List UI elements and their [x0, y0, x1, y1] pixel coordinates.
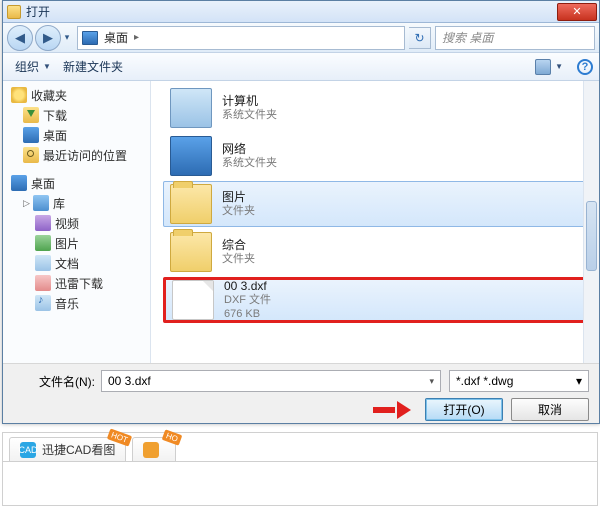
open-button[interactable]: 打开(O) [425, 398, 503, 421]
dialog-footer: 文件名(N): 00 3.dxf ▾ *.dxf *.dwg ▾ 打开(O) 取… [3, 363, 599, 423]
tree-videos[interactable]: 视频 [3, 213, 150, 233]
item-name: 00 3.dxf [224, 279, 271, 293]
breadcrumb-location: 桌面 [104, 29, 128, 46]
tab-body [3, 461, 597, 507]
filename-value: 00 3.dxf [108, 374, 151, 388]
chevron-down-icon[interactable]: ▾ [576, 374, 582, 388]
open-file-dialog: 打开 ✕ ◀ ▶ ▾ 桌面 ▸ ↻ 搜索 桌面 组织▼ 新建文件夹 ▼ ? [2, 0, 600, 424]
nav-back-button[interactable]: ◀ [7, 25, 33, 51]
filter-value: *.dxf *.dwg [456, 374, 513, 388]
item-type: DXF 文件 [224, 293, 271, 307]
tab-label: 迅捷CAD看图 [42, 441, 115, 458]
tab-secondary[interactable]: HO [132, 437, 176, 461]
file-list: 计算机 系统文件夹 网络 系统文件夹 图片 文件夹 [151, 81, 599, 363]
item-name: 计算机 [222, 94, 277, 108]
toolbar: 组织▼ 新建文件夹 ▼ ? [3, 53, 599, 81]
network-icon [170, 136, 212, 176]
help-button[interactable]: ? [577, 59, 593, 75]
xunlei-icon [35, 275, 51, 291]
search-input[interactable]: 搜索 桌面 [435, 26, 595, 50]
hot-badge: HO [162, 429, 183, 445]
tree-documents[interactable]: 文档 [3, 253, 150, 273]
item-type: 系统文件夹 [222, 108, 277, 122]
tree-music[interactable]: 音乐 [3, 293, 150, 313]
chevron-down-icon: ▼ [43, 62, 51, 71]
bottom-panel: CAD 迅捷CAD看图 HOT HO [2, 432, 598, 506]
organize-button[interactable]: 组织▼ [9, 56, 57, 78]
desktop-icon [82, 31, 98, 45]
nav-forward-button[interactable]: ▶ [35, 25, 61, 51]
list-item[interactable]: 综合 文件夹 [163, 229, 591, 275]
picture-icon [35, 235, 51, 251]
desktop-icon [23, 127, 39, 143]
scrollbar-thumb[interactable] [586, 201, 597, 271]
tab-cad-viewer[interactable]: CAD 迅捷CAD看图 HOT [9, 437, 126, 461]
download-icon [23, 107, 39, 123]
view-mode-button[interactable]: ▼ [529, 56, 569, 78]
search-placeholder: 搜索 桌面 [442, 29, 493, 46]
chevron-down-icon[interactable]: ▾ [429, 376, 434, 387]
nav-history-dropdown[interactable]: ▾ [61, 25, 73, 51]
view-icon [535, 59, 551, 75]
filetype-filter[interactable]: *.dxf *.dwg ▾ [449, 370, 589, 392]
recent-icon [23, 147, 39, 163]
tree-xunlei[interactable]: 迅雷下载 [3, 273, 150, 293]
video-icon [35, 215, 51, 231]
music-icon [35, 295, 51, 311]
tree-favorites[interactable]: 收藏夹 [3, 85, 150, 105]
cancel-button[interactable]: 取消 [511, 398, 589, 421]
tree-pictures[interactable]: 图片 [3, 233, 150, 253]
new-folder-button[interactable]: 新建文件夹 [57, 56, 129, 78]
list-item[interactable]: 网络 系统文件夹 [163, 133, 591, 179]
item-name: 综合 [222, 238, 255, 252]
folder-icon [170, 184, 212, 224]
close-button[interactable]: ✕ [557, 3, 597, 21]
dialog-body: 收藏夹 下载 桌面 最近访问的位置 桌面 [3, 81, 599, 363]
navigation-tree: 收藏夹 下载 桌面 最近访问的位置 桌面 [3, 81, 151, 363]
folder-icon [7, 5, 21, 19]
titlebar[interactable]: 打开 ✕ [3, 1, 599, 23]
list-item-highlighted[interactable]: 00 3.dxf DXF 文件 676 KB [163, 277, 591, 323]
item-type: 文件夹 [222, 204, 255, 218]
dialog-title: 打开 [26, 3, 50, 20]
file-icon [172, 280, 214, 320]
folder-icon [170, 232, 212, 272]
navbar: ◀ ▶ ▾ 桌面 ▸ ↻ 搜索 桌面 [3, 23, 599, 53]
library-icon [33, 195, 49, 211]
tree-desktop[interactable]: 桌面 [3, 125, 150, 145]
tree-libraries[interactable]: ▷ 库 [3, 193, 150, 213]
refresh-button[interactable]: ↻ [409, 27, 431, 49]
app-icon: CAD [20, 442, 36, 458]
breadcrumb-separator: ▸ [134, 32, 139, 43]
item-name: 网络 [222, 142, 277, 156]
tree-recent[interactable]: 最近访问的位置 [3, 145, 150, 165]
list-item[interactable]: 图片 文件夹 [163, 181, 591, 227]
item-type: 系统文件夹 [222, 156, 277, 170]
computer-icon [170, 88, 212, 128]
annotation-arrow [373, 401, 411, 419]
desktop-icon [11, 175, 27, 191]
item-name: 图片 [222, 190, 255, 204]
filename-input[interactable]: 00 3.dxf ▾ [101, 370, 441, 392]
filename-label: 文件名(N): [13, 373, 101, 390]
item-type: 文件夹 [222, 252, 255, 266]
app-icon [143, 442, 159, 458]
breadcrumb[interactable]: 桌面 ▸ [77, 26, 405, 50]
tree-downloads[interactable]: 下载 [3, 105, 150, 125]
expand-icon[interactable]: ▷ [23, 198, 33, 209]
vertical-scrollbar[interactable] [583, 81, 599, 363]
document-icon [35, 255, 51, 271]
item-size: 676 KB [224, 307, 271, 321]
tab-strip: CAD 迅捷CAD看图 HOT HO [3, 433, 597, 461]
tree-desktop-root[interactable]: 桌面 [3, 173, 150, 193]
star-icon [11, 87, 27, 103]
list-item[interactable]: 计算机 系统文件夹 [163, 85, 591, 131]
chevron-down-icon: ▼ [555, 62, 563, 71]
